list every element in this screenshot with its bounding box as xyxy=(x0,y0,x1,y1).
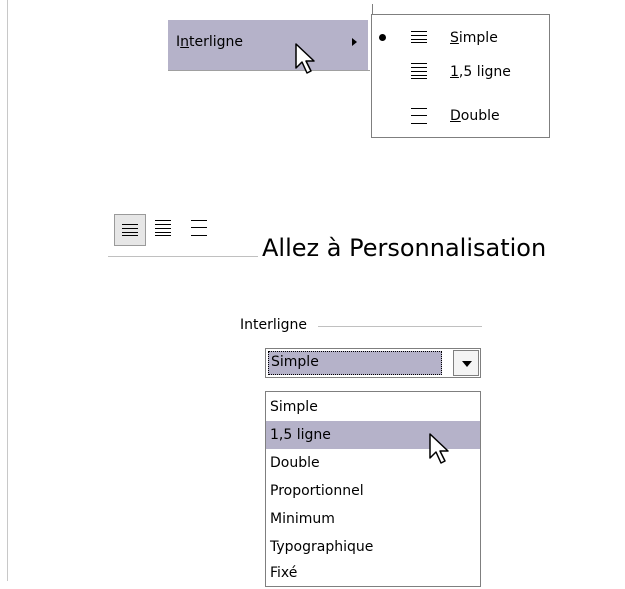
group-label: Interligne xyxy=(240,317,312,333)
left-border-line xyxy=(7,0,8,581)
line-spacing-double-icon xyxy=(411,108,427,124)
submenu-accel-s: S xyxy=(450,30,459,46)
line-spacing-listbox: Simple 1,5 ligne Double Proportionnel Mi… xyxy=(265,391,481,587)
toolbar-single-spacing-button[interactable] xyxy=(114,214,146,246)
line-spacing-1-5-icon xyxy=(411,63,427,79)
submenu-item-1-5[interactable]: 1,5 ligne xyxy=(450,64,511,80)
list-item-proportionnel[interactable]: Proportionnel xyxy=(266,477,480,505)
submenu-label-double: ouble xyxy=(460,108,500,124)
toolbar-double-spacing-button[interactable] xyxy=(184,214,216,246)
selected-bullet-icon xyxy=(379,34,386,41)
submenu-item-simple[interactable]: Simple xyxy=(450,30,498,46)
menu-item-label-tail: terligne xyxy=(189,34,244,50)
list-item-typographique[interactable]: Typographique xyxy=(266,533,480,561)
toolbar-baseline xyxy=(108,256,258,257)
menu-separator xyxy=(168,70,370,71)
submenu-accel-d: D xyxy=(450,108,461,124)
menu-edge-mark xyxy=(372,4,373,14)
line-spacing-1-5-icon xyxy=(155,220,171,236)
line-spacing-single-icon xyxy=(411,31,427,43)
line-spacing-toolbar xyxy=(108,200,258,256)
line-spacing-single-icon xyxy=(122,224,138,236)
line-spacing-double-icon xyxy=(191,220,207,236)
chevron-down-icon xyxy=(462,361,472,367)
mouse-cursor-icon xyxy=(429,433,449,464)
group-frame-line xyxy=(318,326,482,327)
list-item-minimum[interactable]: Minimum xyxy=(266,505,480,533)
caption-text: Allez à Personnalisation xyxy=(262,234,547,262)
list-item-simple[interactable]: Simple xyxy=(266,393,480,421)
menu-item-label: Interligne xyxy=(176,34,243,50)
submenu-arrow-icon xyxy=(352,38,357,46)
submenu-item-double[interactable]: Double xyxy=(450,108,500,124)
submenu-label-simple: imple xyxy=(458,30,498,46)
mouse-cursor-icon xyxy=(295,43,315,74)
submenu-accel-1: 1 xyxy=(450,64,459,80)
list-item-fixe[interactable]: Fixé xyxy=(266,559,480,587)
menu-item-accel: n xyxy=(180,34,190,50)
combo-value: Simple xyxy=(271,354,319,370)
submenu-label-1-5: ,5 ligne xyxy=(458,64,511,80)
toolbar-1-5-spacing-button[interactable] xyxy=(148,214,180,246)
